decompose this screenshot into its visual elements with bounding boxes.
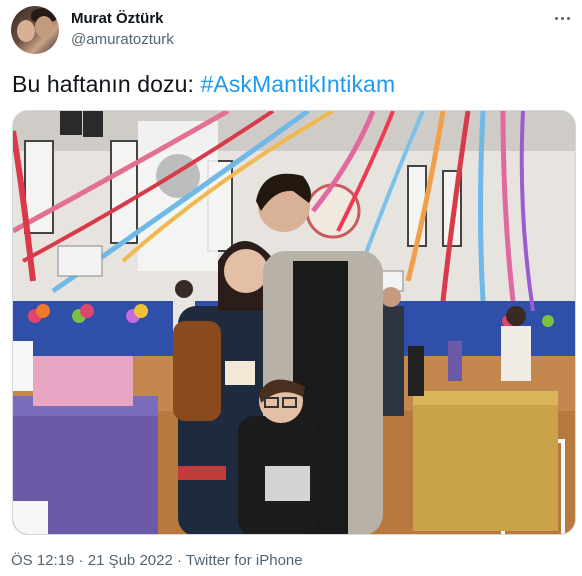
author-avatar[interactable] [11,6,59,54]
avatar-face [17,20,35,42]
tweet-meta: ÖS 12:19 · 21 Şub 2022 · Twitter for iPh… [11,552,303,569]
meta-separator: · [172,552,186,569]
more-options-icon[interactable] [552,8,572,28]
meta-separator: · [74,552,88,569]
tweet-photo[interactable] [12,110,576,535]
avatar-face [35,16,53,38]
tweet-date[interactable]: 21 Şub 2022 [88,552,173,569]
tweet-source[interactable]: Twitter for iPhone [186,552,303,569]
photo-illustration [13,111,575,534]
dot [566,16,570,20]
tweet-text: Bu haftanın dozu: #AskMantikIntikam [12,71,395,98]
dot [560,16,564,20]
author-handle[interactable]: @amuratozturk [71,31,174,48]
dot [554,16,558,20]
hashtag-link[interactable]: #AskMantikIntikam [201,71,396,97]
author-display-name[interactable]: Murat Öztürk [71,10,164,27]
tweet-text-body: Bu haftanın dozu: [12,71,201,97]
tweet: Murat Öztürk @amuratozturk Bu haftanın d… [0,0,582,576]
tweet-time[interactable]: ÖS 12:19 [11,552,74,569]
